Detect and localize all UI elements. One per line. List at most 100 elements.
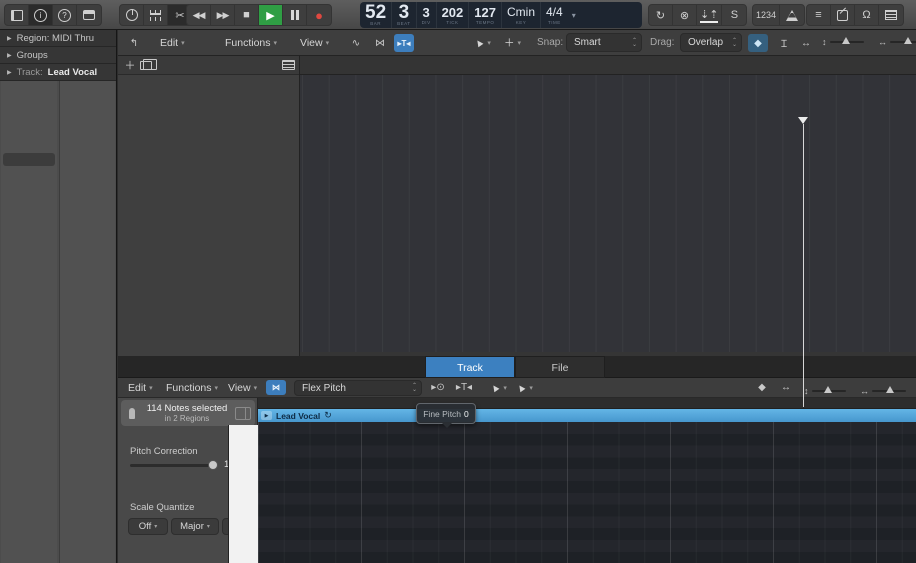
editor-pointer-tool[interactable]: ▲ ▾ xyxy=(487,378,506,397)
media-browser-button[interactable] xyxy=(77,5,101,25)
region-lanes xyxy=(300,75,916,352)
note-pads-button[interactable] xyxy=(831,5,855,25)
edit-menu[interactable]: Edit ▾ xyxy=(160,30,185,55)
metronome-button[interactable] xyxy=(780,5,804,25)
pointer-tool-selector[interactable]: ▲ ▾ xyxy=(471,30,490,55)
drag-dropdown[interactable]: Overlap ⌃ ⌄ xyxy=(680,33,742,52)
autopunch-button[interactable]: ⊗ xyxy=(673,5,697,25)
editor-vertical-zoom-slider[interactable]: ↕ xyxy=(804,386,846,396)
disclosure-triangle-icon: ▶ xyxy=(7,69,12,76)
regions-subtext: in 2 Regions xyxy=(164,414,210,423)
region-inspector-header[interactable]: ▶ Region: MIDI Thru xyxy=(0,30,116,47)
smart-controls-button[interactable] xyxy=(120,5,144,25)
apple-loops-button[interactable]: Ω xyxy=(855,5,879,25)
editor-edit-menu[interactable]: Edit ▾ xyxy=(128,378,153,397)
editor-functions-menu[interactable]: Functions ▾ xyxy=(166,378,218,397)
add-track-button[interactable]: ＋ xyxy=(122,58,138,72)
vertical-auto-zoom-icon[interactable]: Ɪ xyxy=(774,34,794,52)
channel-setting-button[interactable] xyxy=(3,153,55,166)
duplicate-track-button[interactable] xyxy=(138,58,157,72)
view-menu[interactable]: View ▾ xyxy=(300,30,329,55)
view-button-group: ✂ xyxy=(119,4,193,26)
region-play-icon[interactable]: ▶ xyxy=(261,411,272,420)
scroll-in-play-icon[interactable]: ▸T◂ xyxy=(454,380,474,395)
duplicate-track-icon xyxy=(140,58,157,70)
fine-pitch-tooltip: Fine Pitch 0 xyxy=(416,403,476,428)
apple-loops-icon: Ω xyxy=(862,9,871,21)
waveform-zoom-icon[interactable]: ◆ xyxy=(752,380,772,395)
quick-help-button[interactable]: ? xyxy=(53,5,77,25)
editor-ruler[interactable] xyxy=(258,398,916,409)
groups-inspector-header[interactable]: ▶ Groups xyxy=(0,47,116,64)
tab-file[interactable]: File xyxy=(515,356,605,378)
loop-icon: ↻ xyxy=(324,410,332,420)
flex-mode-dropdown[interactable]: Flex Pitch ⌃ ⌄ xyxy=(294,380,422,396)
editor-inspector: 114 Notes selected in 2 Regions Pitch Cor… xyxy=(118,398,258,563)
lcd-display[interactable]: 52 BAR 3 BEAT 3 DIV 202 TICK 127 TEMPO Cmin KE… xyxy=(360,2,642,28)
right-button-group: ≡ Ω xyxy=(806,4,904,26)
media-browser-icon xyxy=(83,10,95,20)
scale-quantize-root-dropdown[interactable]: Off ▾ xyxy=(128,518,168,535)
catch-playhead-icon[interactable]: ↰ xyxy=(124,34,144,52)
scale-quantize-scale-dropdown[interactable]: Major ▾ xyxy=(171,518,219,535)
horizontal-zoom-slider[interactable]: ↔ xyxy=(878,37,916,47)
catch-playhead-icon[interactable]: ▸⊙ xyxy=(428,380,448,395)
browsers-button[interactable] xyxy=(879,5,903,25)
main-toolbar: i? ✂ ◀◀ ▶▶ ■ ▶ ● 52 BAR 3 BEAT 3 DIV 202 TICK 12… xyxy=(0,0,916,30)
flex-icon[interactable]: ⋈ xyxy=(266,380,286,395)
secondary-tool-selector[interactable]: ＋ ▾ xyxy=(504,30,521,55)
pitch-correction-label: Pitch Correction xyxy=(130,446,198,457)
vertical-zoom-slider[interactable]: ↕ xyxy=(822,37,864,47)
tab-track[interactable]: Track xyxy=(425,356,515,378)
list-editors-button[interactable]: ≡ xyxy=(807,5,831,25)
flex-enabled-icon[interactable]: ▸T◂ xyxy=(394,34,414,52)
waveform-zoom-icon[interactable]: ◆ xyxy=(748,34,768,52)
count-in-button[interactable]: 1234 xyxy=(753,5,781,25)
stop-button[interactable]: ■ xyxy=(235,5,259,25)
pause-icon xyxy=(290,10,299,20)
editor-command-tool[interactable]: ▲ ▾ xyxy=(513,378,532,397)
disclosure-triangle-icon: ▶ xyxy=(7,35,12,42)
bar-ruler[interactable] xyxy=(300,56,916,75)
playhead-marker[interactable] xyxy=(798,117,808,124)
flex-icon[interactable]: ⋈ xyxy=(370,34,390,52)
inspector-button[interactable]: i xyxy=(29,5,53,25)
local-inspector-icon[interactable] xyxy=(235,406,251,420)
lcd-tempo: 127 TEMPO xyxy=(469,2,502,28)
pause-button[interactable] xyxy=(283,5,307,25)
play-button[interactable]: ▶ xyxy=(259,5,283,25)
snap-dropdown[interactable]: Smart ⌃ ⌄ xyxy=(566,33,642,52)
track-header-config-icon[interactable] xyxy=(282,60,295,70)
browsers-icon xyxy=(885,10,897,20)
horizontal-auto-zoom-icon[interactable]: ↔ xyxy=(796,34,816,52)
editor-view-menu[interactable]: View ▾ xyxy=(228,378,257,397)
lcd-bar: 52 BAR xyxy=(360,2,393,28)
rewind-button[interactable]: ◀◀ xyxy=(187,5,211,25)
editor-region-header[interactable]: ▶ Lead Vocal ↻ xyxy=(258,409,916,422)
mixer-button[interactable] xyxy=(144,5,168,25)
library-button[interactable] xyxy=(5,5,29,25)
track-inspector-header[interactable]: ▶ Track: Lead Vocal xyxy=(0,64,116,81)
functions-menu[interactable]: Functions ▾ xyxy=(225,30,277,55)
inspector-icon: i xyxy=(34,8,47,22)
transport-controls: ◀◀ ▶▶ ■ ▶ ● xyxy=(186,4,332,26)
pitch-correction-slider[interactable] xyxy=(130,460,218,470)
punch-in-out-button[interactable]: ⇣⇡ xyxy=(697,5,723,25)
library-icon xyxy=(10,9,23,21)
editor-horizontal-zoom-slider[interactable]: ↔ xyxy=(860,386,906,396)
horizontal-auto-zoom-icon[interactable]: ↔ xyxy=(776,380,796,395)
logic-pro-window: i? ✂ ◀◀ ▶▶ ■ ▶ ● 52 BAR 3 BEAT 3 DIV 202 TICK 12… xyxy=(0,0,916,563)
track-list: ＋ xyxy=(118,56,300,356)
flex-pitch-editor[interactable] xyxy=(258,422,916,563)
rewind-button: ◀◀ xyxy=(192,9,206,20)
record-button[interactable]: ● xyxy=(307,5,331,25)
microphone-icon xyxy=(129,407,135,419)
lcd-options-chevron[interactable]: ▾ xyxy=(568,2,580,28)
forward-button[interactable]: ▶▶ xyxy=(211,5,235,25)
solo-mode-button[interactable]: S xyxy=(722,5,746,25)
automation-icon[interactable]: ∿ xyxy=(346,34,366,52)
stop-button: ■ xyxy=(243,9,250,21)
cycle-button[interactable]: ↻ xyxy=(649,5,673,25)
playhead-line xyxy=(803,124,804,407)
drag-label: Drag: xyxy=(650,37,675,48)
